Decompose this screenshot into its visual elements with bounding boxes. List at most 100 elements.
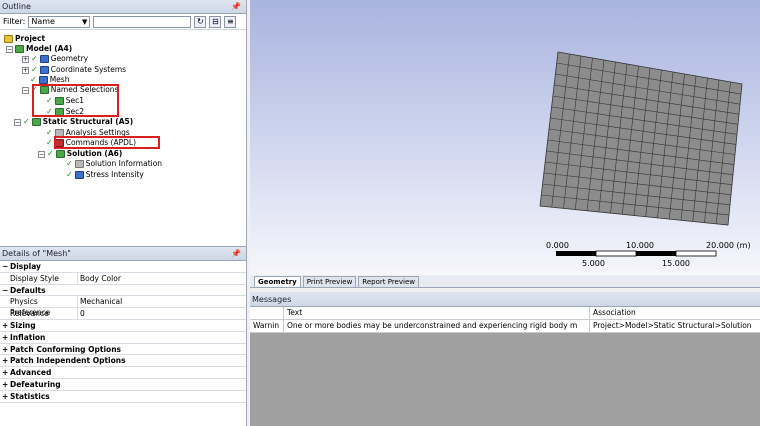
- section-statistics[interactable]: + Statistics: [0, 391, 246, 403]
- tree-item-project[interactable]: Project: [4, 34, 45, 44]
- scale-label: 20.000 (m): [706, 241, 751, 250]
- expand-icon: +: [2, 379, 9, 389]
- highlight-box-named-selections: [32, 84, 119, 117]
- highlight-box-commands: [54, 136, 160, 149]
- detail-value[interactable]: Body Color: [78, 273, 121, 284]
- model-icon: [15, 45, 24, 53]
- section-label: Patch Conforming Options: [10, 344, 122, 354]
- geometry-icon: [39, 55, 49, 63]
- check-icon: ✓: [31, 54, 38, 63]
- collapse-toggle[interactable]: −: [38, 150, 45, 158]
- detail-value[interactable]: 0: [78, 308, 85, 319]
- outline-tree: Project − Model (A4) + ✓ Geometry + ✓ Co…: [0, 31, 246, 241]
- table-header-row: Text Association: [250, 307, 760, 320]
- detail-row-physics-preference[interactable]: Physics Preference Mechanical: [0, 296, 246, 317]
- section-advanced[interactable]: + Advanced: [0, 367, 246, 379]
- section-label: Display: [10, 262, 41, 271]
- project-icon: [4, 35, 13, 43]
- details-panel: Details of "Mesh" 📌 − Display Display Sty…: [0, 246, 246, 426]
- tab-print-preview[interactable]: Print Preview: [302, 276, 357, 287]
- mesh-icon: [38, 76, 48, 84]
- scale-label: 5.000: [582, 259, 605, 268]
- section-display[interactable]: − Display: [0, 261, 246, 273]
- graphics-viewport[interactable]: 0.000 10.000 20.000 (m) 5.000 15.000: [250, 0, 760, 275]
- collapse-toggle[interactable]: −: [22, 86, 29, 94]
- tree-item-stress-intensity[interactable]: ✓ Stress Intensity: [66, 170, 144, 180]
- axes-icon: [39, 66, 49, 74]
- section-label: Patch Independent Options: [10, 356, 126, 366]
- section-patch-independent[interactable]: + Patch Independent Options: [0, 355, 246, 368]
- tree-item-model[interactable]: − Model (A4): [6, 44, 72, 54]
- column-header[interactable]: Text: [284, 307, 590, 319]
- section-inflation[interactable]: + Inflation: [0, 332, 246, 344]
- information-icon: [74, 160, 84, 168]
- section-label: Defaults: [10, 285, 46, 295]
- scale-segment: [595, 250, 637, 257]
- column-header[interactable]: Association: [590, 307, 760, 319]
- expand-icon: +: [2, 332, 9, 342]
- mesh-model[interactable]: [250, 0, 760, 275]
- tree-label: Coordinate Systems: [50, 65, 127, 74]
- pin-icon[interactable]: 📌: [231, 247, 241, 261]
- section-patch-conforming[interactable]: + Patch Conforming Options: [0, 344, 246, 356]
- tree-icon[interactable]: ≡: [224, 15, 237, 28]
- pin-icon[interactable]: 📌: [231, 0, 241, 14]
- detail-row-display-style[interactable]: Display Style Body Color: [0, 272, 246, 285]
- view-tabs: Geometry Print Preview Report Preview: [250, 276, 760, 288]
- tree-label: Project: [15, 34, 46, 43]
- message-text: One or more bodies may be underconstrain…: [284, 320, 590, 332]
- refresh-icon[interactable]: ↻: [194, 15, 207, 28]
- message-type: Warnin: [250, 320, 284, 332]
- check-icon: ✓: [66, 170, 73, 179]
- filter-select[interactable]: Name ▼: [28, 15, 91, 28]
- chevron-down-icon: ▼: [81, 17, 88, 26]
- check-icon: ✓: [47, 149, 54, 158]
- detail-value[interactable]: Mechanical: [78, 296, 122, 307]
- tree-label: Static Structural (A5): [42, 117, 134, 126]
- expand-icon: +: [2, 320, 9, 330]
- scale-label: 10.000: [626, 241, 654, 250]
- details-header: Details of "Mesh" 📌: [0, 247, 246, 261]
- mesh-body[interactable]: [539, 51, 743, 226]
- filter-bar: Filter: Name ▼ ↻ ⊟ ≡: [0, 14, 246, 30]
- section-label: Inflation: [10, 332, 46, 342]
- expand-icon: +: [2, 391, 9, 401]
- collapse-icon[interactable]: ⊟: [209, 15, 222, 28]
- collapse-toggle[interactable]: −: [6, 45, 13, 53]
- outline-header: Outline 📌: [0, 0, 246, 14]
- filter-input[interactable]: [93, 15, 192, 28]
- scale-segment: [636, 251, 676, 256]
- table-row[interactable]: Warnin One or more bodies may be underco…: [250, 320, 760, 333]
- expand-toggle[interactable]: +: [22, 66, 29, 74]
- tree-item-static-structural[interactable]: − ✓ Static Structural (A5): [14, 117, 133, 127]
- tree-item-solution[interactable]: − ✓ Solution (A6): [38, 149, 122, 159]
- detail-row-relevance[interactable]: Relevance 0: [0, 308, 246, 320]
- detail-key: Relevance: [0, 308, 78, 319]
- column-header[interactable]: [250, 307, 284, 319]
- section-defeaturing[interactable]: + Defeaturing: [0, 379, 246, 391]
- tree-item-coordinate-systems[interactable]: + ✓ Coordinate Systems: [22, 65, 126, 75]
- tree-label: Solution (A6): [66, 149, 123, 158]
- section-label: Defeaturing: [10, 379, 61, 389]
- expand-toggle[interactable]: +: [22, 55, 29, 63]
- check-icon: ✓: [31, 65, 38, 74]
- filter-label: Filter:: [3, 17, 26, 26]
- section-label: Advanced: [10, 368, 52, 378]
- section-sizing[interactable]: + Sizing: [0, 320, 246, 332]
- check-icon: ✓: [46, 138, 53, 147]
- section-label: Statistics: [10, 391, 50, 401]
- tab-geometry[interactable]: Geometry: [254, 276, 301, 287]
- tree-label: Stress Intensity: [85, 170, 144, 179]
- tab-report-preview[interactable]: Report Preview: [358, 276, 419, 287]
- detail-key: Physics Preference: [0, 296, 78, 317]
- collapse-toggle[interactable]: −: [14, 118, 21, 126]
- scale-label: 15.000: [662, 259, 690, 268]
- left-pane: Outline 📌 Filter: Name ▼ ↻ ⊟ ≡ Project −…: [0, 0, 247, 426]
- tree-item-solution-information[interactable]: ✓ Solution Information: [66, 159, 162, 169]
- tree-item-geometry[interactable]: + ✓ Geometry: [22, 54, 88, 64]
- messages-title: Messages: [252, 295, 292, 304]
- collapse-icon: −: [2, 262, 9, 271]
- details-title: Details of "Mesh": [2, 249, 71, 258]
- section-defaults[interactable]: − Defaults: [0, 285, 246, 297]
- solution-icon: [55, 150, 65, 158]
